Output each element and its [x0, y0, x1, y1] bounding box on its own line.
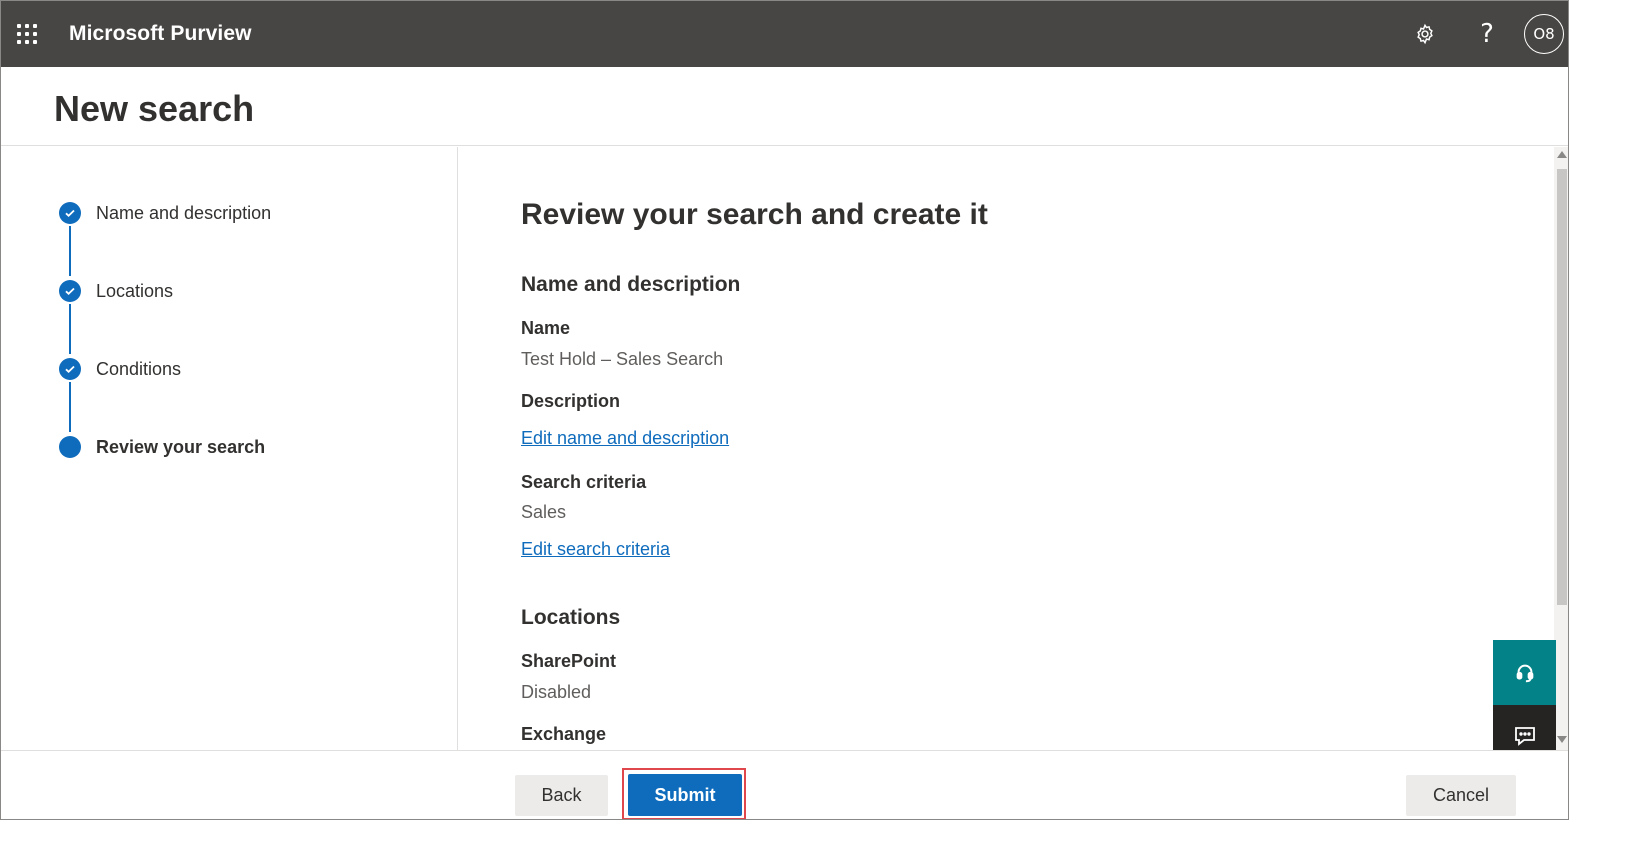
scroll-up-icon[interactable]	[1557, 151, 1567, 158]
edit-name-and-description-link[interactable]: Edit name and description	[521, 428, 729, 449]
exchange-label: Exchange	[521, 724, 607, 744]
step-label: Conditions	[96, 358, 182, 379]
step-review-your-search[interactable]: Review your search	[59, 436, 265, 458]
step-connector	[69, 226, 71, 276]
step-label: Review your search	[96, 436, 266, 457]
footer-actions: Back Submit Cancel	[1, 750, 1568, 819]
step-conditions[interactable]: Conditions	[59, 358, 181, 380]
search-criteria-label: Search criteria	[521, 472, 647, 492]
settings-icon	[1417, 23, 1433, 45]
app-launcher-button[interactable]	[1, 1, 53, 67]
submit-button[interactable]: Submit	[628, 774, 742, 816]
vertical-scrollbar[interactable]	[1554, 147, 1568, 751]
scroll-thumb[interactable]	[1557, 169, 1567, 605]
settings-button[interactable]	[1394, 1, 1456, 67]
app-title[interactable]: Microsoft Purview	[69, 22, 252, 46]
name-label: Name	[521, 318, 571, 338]
app-window: Microsoft Purview ? O8 New search Name a…	[0, 0, 1569, 820]
step-connector	[69, 304, 71, 354]
sharepoint-value: Disabled	[521, 682, 592, 702]
step-name-and-description[interactable]: Name and description	[59, 202, 271, 224]
support-button[interactable]	[1493, 640, 1556, 705]
current-step-dot	[59, 436, 81, 458]
support-headset-icon	[1516, 664, 1533, 682]
page-header: New search	[1, 67, 1568, 146]
section-title-locations: Locations	[521, 606, 621, 629]
description-label: Description	[521, 391, 621, 411]
scroll-down-icon[interactable]	[1557, 736, 1567, 743]
check-icon	[59, 280, 81, 302]
check-icon	[59, 358, 81, 380]
step-locations[interactable]: Locations	[59, 280, 173, 302]
name-value: Test Hold – Sales Search	[521, 349, 724, 369]
app-launcher-icon	[17, 24, 37, 44]
help-button[interactable]: ?	[1456, 1, 1518, 67]
search-criteria-value: Sales	[521, 502, 567, 522]
top-bar-actions: ? O8	[1394, 1, 1568, 67]
edit-search-criteria-link[interactable]: Edit search criteria	[521, 539, 670, 560]
wizard-steps: Name and description Locations Condition…	[1, 147, 458, 751]
step-connector	[69, 382, 71, 432]
back-button[interactable]: Back	[515, 775, 608, 816]
check-icon	[59, 202, 81, 224]
step-label: Name and description	[96, 202, 272, 223]
top-bar: Microsoft Purview ? O8	[1, 1, 1568, 67]
review-panel: Review your search and create it Name an…	[459, 147, 1554, 751]
review-heading: Review your search and create it	[521, 198, 988, 231]
cancel-button[interactable]: Cancel	[1406, 775, 1516, 816]
step-label: Locations	[96, 280, 174, 301]
help-icon: ?	[1480, 19, 1494, 49]
feedback-icon	[1514, 727, 1535, 746]
avatar[interactable]: O8	[1524, 14, 1564, 54]
page-title: New search	[54, 88, 255, 129]
section-title-name-and-description: Name and description	[521, 273, 741, 296]
sharepoint-label: SharePoint	[521, 651, 617, 671]
